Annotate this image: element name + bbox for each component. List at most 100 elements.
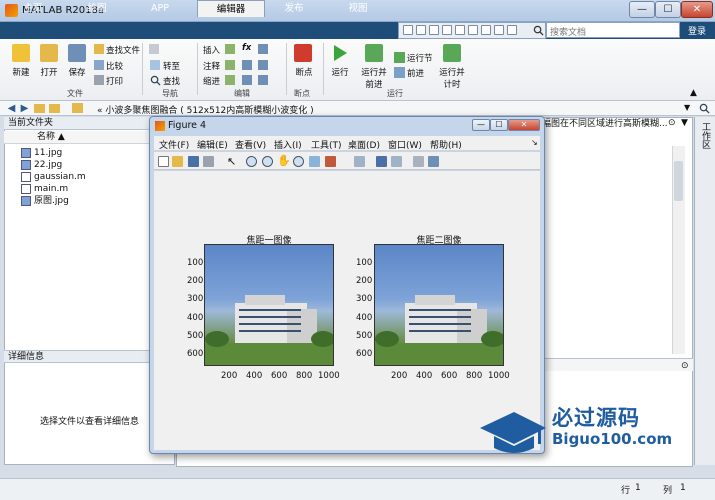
- panel-dropdown-icon[interactable]: ▼: [681, 118, 688, 128]
- file-item[interactable]: 11.jpg: [34, 147, 62, 159]
- new-icon[interactable]: [12, 44, 30, 62]
- goto-button[interactable]: 转至: [163, 60, 180, 72]
- run-icon[interactable]: [331, 43, 349, 63]
- menu-view[interactable]: 查看(V): [235, 138, 266, 151]
- file-item[interactable]: 原图.jpg: [34, 195, 69, 207]
- run-advance-button[interactable]: 运行并 前进: [358, 66, 390, 90]
- comment-button[interactable]: 注释: [203, 60, 220, 72]
- indent-icon[interactable]: [225, 75, 235, 85]
- copy-icon[interactable]: [429, 25, 439, 35]
- percent-comment-icon[interactable]: [242, 60, 252, 70]
- current-folder-path[interactable]: « 小波多聚焦图融合 ( 512x512内高斯模糊小波变化 ): [97, 103, 314, 116]
- menu-tools[interactable]: 工具(T): [311, 138, 342, 151]
- figure-close-button[interactable]: ✕: [508, 119, 540, 131]
- decrease-indent-icon[interactable]: [258, 75, 268, 85]
- increase-indent-icon[interactable]: [242, 75, 252, 85]
- save-icon[interactable]: [68, 44, 86, 62]
- menu-desktop[interactable]: 桌面(D): [348, 138, 380, 151]
- login-link[interactable]: 登录: [682, 24, 712, 37]
- tab-apps[interactable]: APP: [136, 0, 184, 17]
- run-button[interactable]: 运行: [327, 66, 353, 78]
- menu-file[interactable]: 文件(F): [159, 138, 189, 151]
- save-icon[interactable]: [403, 25, 413, 35]
- back-icon[interactable]: ◀: [6, 103, 17, 114]
- maximize-button[interactable]: ☐: [655, 1, 681, 18]
- open-folder-icon[interactable]: [40, 44, 58, 62]
- menu-insert[interactable]: 插入(I): [274, 138, 302, 151]
- cut-icon[interactable]: [416, 25, 426, 35]
- save-button[interactable]: 保存: [61, 66, 93, 78]
- menu-window[interactable]: 窗口(W): [388, 138, 422, 151]
- print-button[interactable]: 打印: [106, 75, 123, 87]
- colorbar-icon[interactable]: [376, 156, 387, 167]
- advance-button[interactable]: 前进: [407, 67, 424, 79]
- file-item[interactable]: main.m: [34, 183, 68, 195]
- new-figure-icon[interactable]: [158, 156, 169, 167]
- switch-windows-icon[interactable]: [481, 25, 491, 35]
- figure-minimize-button[interactable]: —: [472, 119, 490, 131]
- pointer-icon[interactable]: ↖: [227, 155, 236, 168]
- zoom-out-icon[interactable]: [262, 156, 273, 167]
- search-input[interactable]: 搜索文档: [546, 22, 680, 38]
- zoom-in-icon[interactable]: [246, 156, 257, 167]
- forward-icon[interactable]: ▶: [19, 103, 30, 114]
- insert-function-icon[interactable]: [258, 44, 268, 54]
- insert-section-icon[interactable]: [225, 44, 235, 54]
- wrap-comment-icon[interactable]: [258, 60, 268, 70]
- insert-button[interactable]: 插入: [203, 44, 220, 56]
- tab-plots[interactable]: 绘图: [72, 0, 122, 17]
- panel-menu-icon[interactable]: ⊙: [668, 118, 676, 128]
- run-and-time-button[interactable]: 运行并 计时: [436, 66, 468, 90]
- data-cursor-icon[interactable]: [309, 156, 320, 167]
- legend-icon[interactable]: [391, 156, 402, 167]
- workspace-strip[interactable]: [694, 117, 715, 465]
- undo-icon[interactable]: [455, 25, 465, 35]
- indent-button[interactable]: 缩进: [203, 75, 220, 87]
- command-window-menu-icon[interactable]: ⊙: [681, 361, 689, 371]
- brush-icon[interactable]: [325, 156, 336, 167]
- pan-icon[interactable]: ✋: [277, 154, 291, 167]
- save-figure-icon[interactable]: [188, 156, 199, 167]
- scrollbar-thumb[interactable]: [674, 161, 683, 201]
- close-button[interactable]: ✕: [681, 1, 713, 18]
- print-figure-icon[interactable]: [203, 156, 214, 167]
- file-item[interactable]: gaussian.m: [34, 171, 86, 183]
- tab-editor[interactable]: 编辑器: [197, 0, 265, 17]
- collapse-ribbon-icon[interactable]: ▲: [690, 88, 697, 98]
- breakpoints-icon[interactable]: [294, 44, 312, 62]
- run-advance-icon[interactable]: [365, 44, 383, 62]
- figure-maximize-button[interactable]: ☐: [490, 119, 508, 131]
- breakpoints-button[interactable]: 断点: [289, 66, 319, 78]
- workspace-label[interactable]: 工作区: [698, 122, 710, 149]
- tab-home[interactable]: 主页: [8, 0, 58, 17]
- up-folder-icon[interactable]: [34, 104, 45, 113]
- paste-icon[interactable]: [442, 25, 452, 35]
- find-files-button[interactable]: 查找文件: [106, 44, 140, 56]
- find-button[interactable]: 查找: [163, 75, 180, 87]
- tab-view[interactable]: 视图: [334, 0, 382, 17]
- browse-folder-icon[interactable]: [49, 104, 60, 113]
- search-folder-icon[interactable]: [699, 103, 710, 114]
- dock-arrow-icon[interactable]: ↘: [531, 138, 538, 147]
- help-icon[interactable]: [494, 25, 504, 35]
- open-file-icon[interactable]: [172, 156, 183, 167]
- compare-button[interactable]: 比较: [106, 60, 123, 72]
- search-icon[interactable]: [533, 25, 544, 36]
- editor-tab[interactable]: 幅图在不同区域进行高斯模糊...: [542, 117, 682, 131]
- tab-publish[interactable]: 发布: [270, 0, 318, 17]
- customize-icon[interactable]: [507, 25, 517, 35]
- menu-edit[interactable]: 编辑(E): [197, 138, 228, 151]
- menu-help[interactable]: 帮助(H): [430, 138, 462, 151]
- hide-plot-tools-icon[interactable]: [413, 156, 424, 167]
- redo-icon[interactable]: [468, 25, 478, 35]
- run-time-icon[interactable]: [443, 44, 461, 62]
- run-section-button[interactable]: 运行节: [407, 52, 433, 64]
- path-dropdown-icon[interactable]: ▼: [684, 103, 690, 112]
- show-plot-tools-icon[interactable]: [428, 156, 439, 167]
- minimize-button[interactable]: —: [629, 1, 655, 18]
- link-plot-icon[interactable]: [354, 156, 365, 167]
- comment-icon[interactable]: [225, 60, 235, 70]
- rotate-icon[interactable]: [293, 156, 304, 167]
- fx-button[interactable]: fx: [242, 43, 251, 53]
- file-item[interactable]: 22.jpg: [34, 159, 62, 171]
